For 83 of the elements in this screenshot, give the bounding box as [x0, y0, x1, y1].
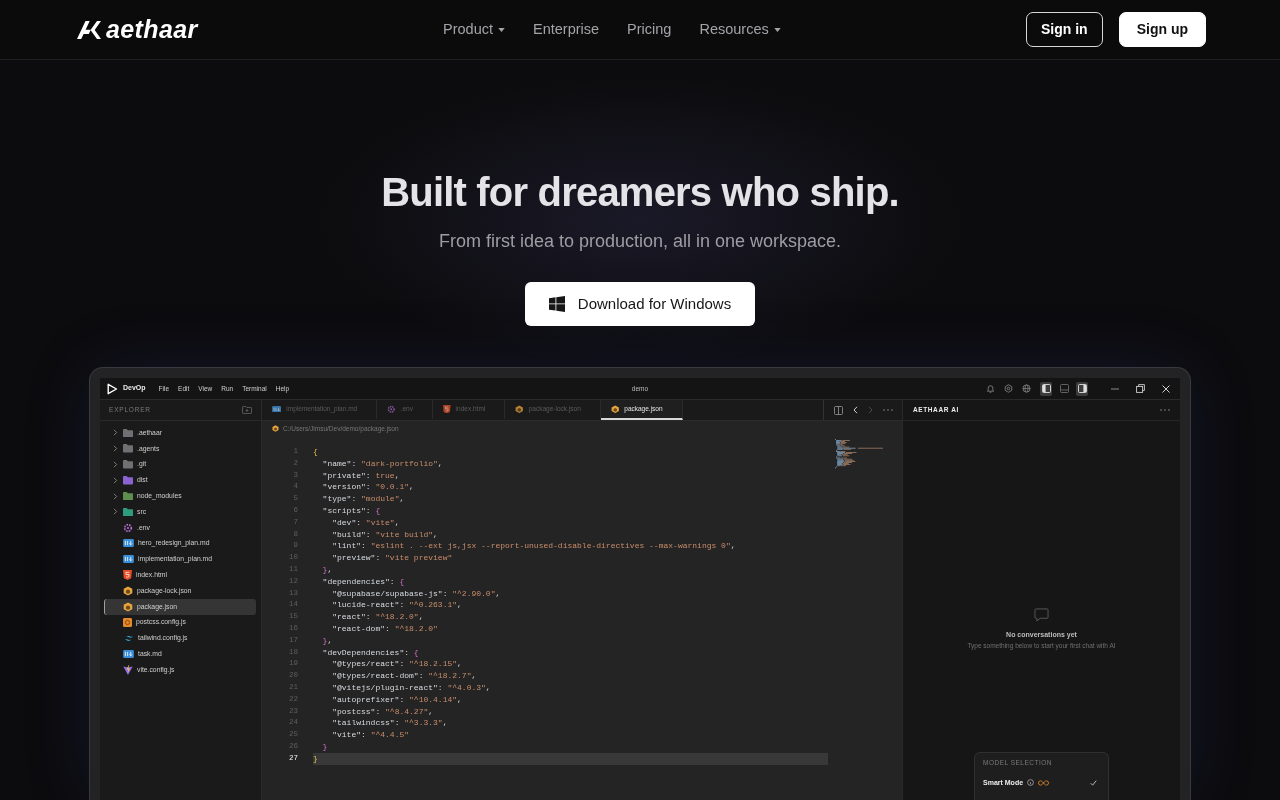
code-line: "tailwindcss": "^3.3.3", [331, 717, 449, 730]
check-icon [1090, 780, 1097, 786]
hexagon-icon [123, 585, 133, 596]
code-line: "scripts": { [321, 505, 382, 517]
split-editor-icon[interactable] [834, 405, 843, 415]
code-line: "autoprefixer": "^10.4.14", [331, 693, 463, 706]
windows-icon [548, 296, 565, 312]
cog-icon [123, 522, 133, 533]
chevron-right-icon[interactable] [113, 476, 118, 484]
code-line: }, [321, 563, 334, 576]
code-line: } [321, 740, 329, 753]
chevron-right-icon[interactable] [868, 406, 873, 414]
code-line: "@types/react": "^18.2.15", [331, 658, 463, 671]
info-icon [1027, 779, 1035, 787]
code-line: "@vitejs/plugin-react": "^4.0.3", [331, 681, 492, 694]
code-line: "build": "vite build", [331, 528, 439, 541]
code-line: "react-dom": "^18.2.0" [331, 622, 439, 635]
nav-link[interactable]: Resources [699, 18, 781, 41]
nav-link[interactable]: Product [443, 18, 505, 41]
panel-toggle-button[interactable] [1040, 381, 1052, 396]
code-line: "type": "module", [321, 493, 406, 505]
bolt-icon [123, 664, 133, 675]
hexagon-icon [610, 404, 620, 414]
cog-icon [387, 404, 396, 414]
infinity-icon [1038, 780, 1050, 786]
restore-icon[interactable] [1136, 384, 1145, 393]
chevron-right-icon[interactable] [113, 429, 118, 437]
settings-icon[interactable] [1004, 384, 1013, 393]
wave-icon [123, 634, 134, 642]
nav-link[interactable]: Enterprise [533, 18, 600, 41]
code-line: "@types/react-dom": "^18.2.7", [331, 670, 478, 682]
code-line: "devDependencies": { [321, 646, 420, 659]
download-button[interactable]: Download for Windows [525, 282, 755, 326]
chevron-right-icon[interactable] [113, 492, 118, 500]
hexagon-icon [515, 404, 524, 414]
chevron-right-icon[interactable] [113, 461, 118, 468]
caret-icon [498, 27, 505, 32]
markdown-icon [123, 555, 134, 564]
panel-bottom-icon [1059, 384, 1069, 393]
sidebar-left-icon [1041, 384, 1051, 393]
code-line: "dependencies": { [321, 575, 406, 588]
panel-toggle-button[interactable] [1076, 381, 1088, 396]
logo-text[interactable]: aethaar [106, 17, 198, 42]
code-line: "@supabase/supabase-js": "^2.90.0", [331, 587, 502, 600]
app-logo-icon [106, 382, 118, 395]
sign-in-button[interactable]: Sign in [1026, 12, 1103, 47]
minimize-icon[interactable] [1111, 387, 1119, 390]
code-line: }, [321, 634, 334, 647]
code-line: "private": true, [321, 469, 401, 482]
code-line: "preview": "vite preview" [331, 552, 454, 564]
code-line: "version": "0.0.1", [321, 481, 415, 494]
chevron-right-icon[interactable] [113, 508, 118, 516]
new-folder-icon[interactable] [242, 406, 252, 414]
caret-icon [773, 27, 781, 32]
markdown-icon [272, 405, 282, 413]
tile-icon [123, 617, 132, 627]
sign-up-button[interactable]: Sign up [1118, 12, 1206, 47]
chat-bubble-icon [1034, 608, 1049, 622]
code-line: "react": "^18.2.0", [331, 611, 425, 623]
markdown-icon [123, 650, 134, 659]
chevron-right-icon[interactable] [113, 445, 118, 453]
hero-subtitle: From first idea to production, all in one workspace. [437, 230, 843, 252]
chevron-left-icon[interactable] [853, 406, 858, 414]
sidebar-right-icon [1077, 384, 1087, 393]
shield-icon [442, 404, 451, 414]
code-line: { [313, 446, 319, 458]
nav-link[interactable]: Pricing [627, 18, 672, 41]
markdown-icon [123, 539, 134, 548]
code-line: "vite": "^4.4.5" [331, 729, 411, 741]
code-line: "postcss": "^8.4.27", [331, 705, 435, 718]
close-icon[interactable] [1162, 384, 1170, 393]
shield-icon [123, 570, 132, 581]
bell-icon[interactable] [986, 384, 995, 393]
globe-icon[interactable] [1022, 384, 1031, 393]
code-line: "dev": "vite", [331, 516, 401, 529]
code-line: "name": "dark-portfolio", [321, 457, 444, 470]
code-line: "lucide-react": "^0.263.1", [331, 599, 463, 612]
panel-toggle-button[interactable] [1058, 381, 1070, 396]
hero-title: Built for dreamers who ship. [380, 170, 900, 214]
hexagon-icon [123, 601, 133, 612]
hexagon-icon [272, 425, 279, 432]
logo-icon [77, 20, 101, 39]
code-line: "lint": "eslint . --ext js,jsx --report-unused-disable-directives --max-warnings 0", [331, 540, 737, 553]
